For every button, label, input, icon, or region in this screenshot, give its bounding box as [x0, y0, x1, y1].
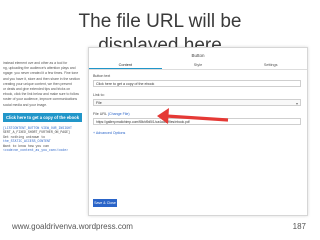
button-text-input[interactable]: Click here to get a copy of the ebook	[93, 80, 301, 87]
panel-title: Button	[191, 53, 205, 58]
button-text-label: Button text	[93, 74, 111, 78]
chevron-down-icon: ▾	[295, 101, 298, 106]
shortcode-line: <code>on_content_as_you_can</code>	[3, 148, 69, 153]
save-close-button[interactable]: Save & Close	[93, 199, 117, 207]
slide-title-line-1: The file URL will be	[78, 11, 242, 32]
tab-content[interactable]: Content	[89, 61, 162, 69]
link-to-label: Link to:	[93, 93, 105, 97]
shortcode-block: [LISTCONTENT_BUTTON VIEW_OUR_INSIGHT SER…	[3, 126, 90, 153]
change-file-link[interactable]: (Change File)	[108, 112, 130, 116]
background-article: instead element ove and other as a tool …	[0, 58, 94, 211]
tab-settings[interactable]: Settings	[234, 61, 307, 69]
article-line: social media and your image.	[3, 102, 48, 107]
link-to-select[interactable]: File ▾	[93, 99, 301, 106]
page-number: 187	[292, 222, 306, 231]
button-settings-panel: Button Content Style Settings Button tex…	[88, 47, 308, 216]
file-url-label-text: File URL	[93, 112, 107, 116]
file-url-label: File URL (Change File)	[93, 112, 130, 116]
ebook-cta-button[interactable]: Click here to get a copy of the ebook	[3, 112, 82, 122]
footer-url: www.goaldrivenva.wordpress.com	[12, 222, 133, 231]
link-to-value: File	[96, 101, 102, 105]
tab-style[interactable]: Style	[162, 61, 235, 69]
panel-tabs: Content Style Settings	[89, 61, 307, 70]
file-url-input[interactable]: https://gallery.mailchimp.com/f8b/d9d5/1…	[93, 118, 301, 125]
advanced-options-link[interactable]: + Advanced Options	[93, 131, 125, 135]
